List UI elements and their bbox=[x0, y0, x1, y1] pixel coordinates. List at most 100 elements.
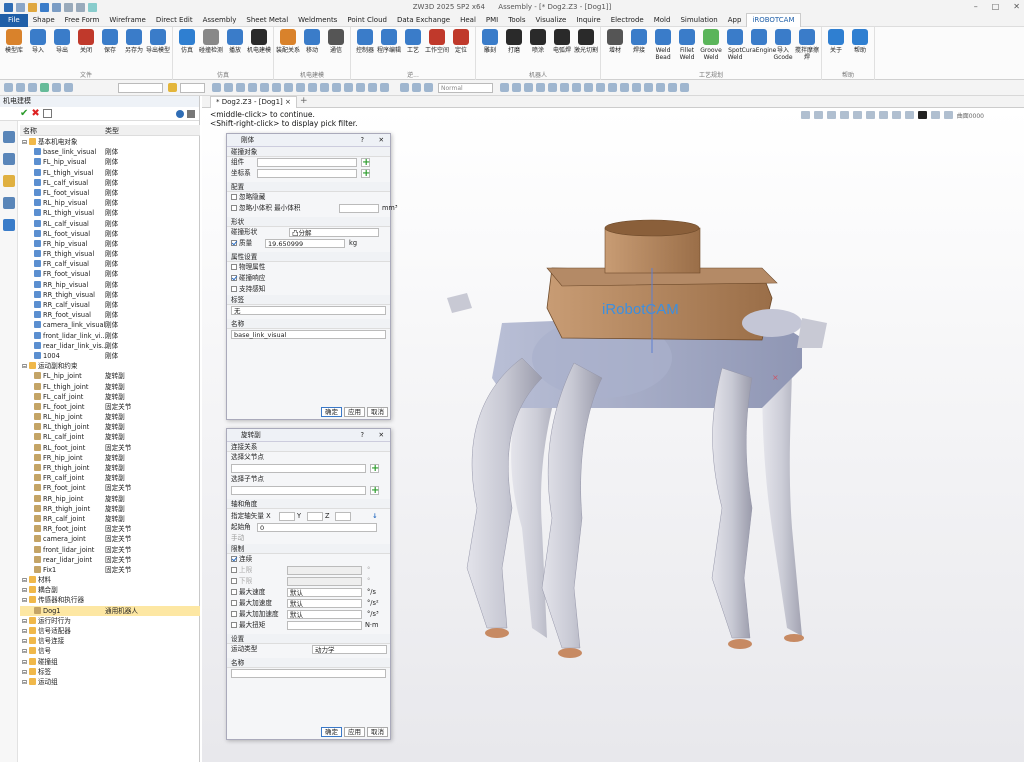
tree-row[interactable]: rear_lidar_link_vis... 刚体 bbox=[20, 341, 200, 351]
view-d-icon[interactable] bbox=[839, 111, 849, 119]
motion-type-select[interactable]: 动力学 bbox=[312, 645, 387, 654]
tree-row[interactable]: ⊟ 基本机电对象 bbox=[20, 137, 200, 147]
section-connect[interactable]: 连接关系 bbox=[227, 442, 390, 452]
tree-row[interactable]: RL_thigh_joint 旋转副 bbox=[20, 422, 200, 432]
tool-ab-icon[interactable] bbox=[620, 83, 629, 92]
menu-item-4[interactable]: Direct Edit bbox=[151, 14, 198, 27]
tree-row[interactable]: FL_hip_visual 刚体 bbox=[20, 157, 200, 167]
close-icon[interactable]: ✕ bbox=[378, 429, 384, 442]
expand-toggle-icon[interactable]: ⊟ bbox=[22, 618, 29, 625]
axis-x-input[interactable] bbox=[279, 512, 295, 521]
max-vel-input[interactable]: 默认 bbox=[287, 588, 362, 597]
cancel-button[interactable]: 取消 bbox=[367, 407, 388, 417]
expand-toggle-icon[interactable]: ⊟ bbox=[22, 587, 29, 594]
axis-z-input[interactable] bbox=[335, 512, 351, 521]
section-label[interactable]: 标签 bbox=[227, 295, 390, 305]
new-tab-icon[interactable]: + bbox=[300, 96, 308, 106]
menu-item-1[interactable]: Shape bbox=[28, 14, 60, 27]
tree-row[interactable]: RL_foot_joint 固定关节 bbox=[20, 443, 200, 453]
tree-row[interactable]: ⊟ 标签 bbox=[20, 667, 200, 677]
section-name[interactable]: 名称 bbox=[227, 658, 390, 668]
view-k-icon[interactable] bbox=[943, 111, 953, 119]
snap-icon[interactable] bbox=[64, 83, 73, 92]
tab-close-icon[interactable]: × bbox=[285, 98, 291, 106]
tree-row[interactable]: RR_foot_joint 固定关节 bbox=[20, 524, 200, 534]
apply-button[interactable]: 应用 bbox=[344, 407, 365, 417]
menu-item-14[interactable]: Inquire bbox=[571, 14, 605, 27]
tree-row[interactable]: ⊟ 材料 bbox=[20, 575, 200, 585]
expand-toggle-icon[interactable]: ⊟ bbox=[22, 363, 29, 370]
tool-b-icon[interactable] bbox=[224, 83, 233, 92]
support-checkbox[interactable] bbox=[231, 286, 237, 292]
expand-toggle-icon[interactable]: ⊟ bbox=[22, 669, 29, 676]
tree-row[interactable]: FR_foot_visual 刚体 bbox=[20, 269, 200, 279]
tree-view-icon[interactable] bbox=[3, 131, 15, 143]
tree-row[interactable]: RL_calf_visual 刚体 bbox=[20, 219, 200, 229]
section-axis[interactable]: 轴和角度 bbox=[227, 499, 390, 509]
help-icon[interactable]: ? bbox=[361, 134, 365, 147]
continuous-checkbox[interactable] bbox=[231, 556, 237, 562]
tool-l-icon[interactable] bbox=[344, 83, 353, 92]
lower-checkbox[interactable] bbox=[231, 578, 237, 584]
expand-toggle-icon[interactable]: ⊟ bbox=[22, 659, 29, 666]
tree-row[interactable]: FL_foot_joint 固定关节 bbox=[20, 402, 200, 412]
tree-row[interactable]: ⊟ 运动副和约束 bbox=[20, 361, 200, 371]
add-parent-icon[interactable]: + bbox=[370, 464, 379, 474]
cancel-button[interactable]: 取消 bbox=[367, 727, 388, 737]
tree-row[interactable]: FR_hip_visual 刚体 bbox=[20, 239, 200, 249]
background-icon[interactable] bbox=[917, 111, 927, 119]
menu-item-13[interactable]: Visualize bbox=[531, 14, 572, 27]
help-icon[interactable]: ? bbox=[361, 429, 365, 442]
coord-input[interactable] bbox=[257, 169, 357, 178]
tree-row[interactable]: base_link_visual 刚体 bbox=[20, 147, 200, 157]
add-coord-icon[interactable]: + bbox=[361, 169, 370, 179]
max-acc-checkbox[interactable] bbox=[231, 600, 237, 606]
tree-row[interactable]: FR_calf_visual 刚体 bbox=[20, 259, 200, 269]
parent-input[interactable] bbox=[231, 464, 366, 473]
tree-row[interactable]: ⊟ 运行时行为 bbox=[20, 616, 200, 626]
axis-y-input[interactable] bbox=[307, 512, 323, 521]
tool-s-icon[interactable] bbox=[512, 83, 521, 92]
mass-input[interactable]: 19.650999 bbox=[265, 239, 345, 248]
start-angle-input[interactable]: 0 bbox=[257, 523, 377, 532]
tree-row[interactable]: ⊟ 信号适配器 bbox=[20, 626, 200, 636]
level-combo[interactable] bbox=[180, 83, 205, 93]
mass-checkbox[interactable] bbox=[231, 240, 237, 246]
tool-ae-icon[interactable] bbox=[656, 83, 665, 92]
select-icon[interactable] bbox=[4, 83, 13, 92]
cancel-icon[interactable]: ✖ bbox=[31, 108, 39, 119]
circle-icon[interactable] bbox=[52, 83, 61, 92]
expand-toggle-icon[interactable]: ⊟ bbox=[22, 139, 29, 146]
tree-row[interactable]: ⊟ 信号连接 bbox=[20, 636, 200, 646]
add-child-icon[interactable]: + bbox=[370, 486, 379, 496]
tool-g-icon[interactable] bbox=[284, 83, 293, 92]
tree-row[interactable]: rear_lidar_joint 固定关节 bbox=[20, 555, 200, 565]
close-icon[interactable]: ✕ bbox=[378, 134, 384, 147]
menu-item-6[interactable]: Sheet Metal bbox=[241, 14, 293, 27]
view-a-icon[interactable] bbox=[800, 111, 810, 119]
tool-a-icon[interactable] bbox=[212, 83, 221, 92]
menu-item-7[interactable]: Weldments bbox=[293, 14, 342, 27]
max-torque-checkbox[interactable] bbox=[231, 622, 237, 628]
assembly-icon[interactable] bbox=[3, 153, 15, 165]
ok-button[interactable]: 确定 bbox=[321, 727, 342, 737]
view-h-icon[interactable] bbox=[891, 111, 901, 119]
history-icon[interactable] bbox=[400, 83, 409, 92]
axis-pick-icon[interactable]: ↓ bbox=[372, 511, 378, 522]
section-properties[interactable]: 属性设置 bbox=[227, 252, 390, 262]
tool-aa-icon[interactable] bbox=[608, 83, 617, 92]
menu-item-18[interactable]: App bbox=[723, 14, 747, 27]
tree-row[interactable]: FR_foot_joint 固定关节 bbox=[20, 483, 200, 493]
panel-menu-icon[interactable] bbox=[187, 109, 195, 118]
tree-row[interactable]: FR_hip_joint 旋转副 bbox=[20, 453, 200, 463]
expand-toggle-icon[interactable]: ⊟ bbox=[22, 648, 29, 655]
tree-row[interactable]: RL_foot_visual 刚体 bbox=[20, 229, 200, 239]
tree-row[interactable]: FL_thigh_joint 旋转副 bbox=[20, 382, 200, 392]
menu-item-5[interactable]: Assembly bbox=[198, 14, 242, 27]
max-torque-input[interactable] bbox=[287, 621, 362, 630]
edit-icon[interactable] bbox=[42, 109, 52, 118]
tree-row[interactable]: FR_calf_joint 旋转副 bbox=[20, 473, 200, 483]
surface-label[interactable]: 曲面0000 bbox=[957, 111, 984, 120]
view-b-icon[interactable] bbox=[813, 111, 823, 119]
menu-item-9[interactable]: Data Exchange bbox=[392, 14, 455, 27]
